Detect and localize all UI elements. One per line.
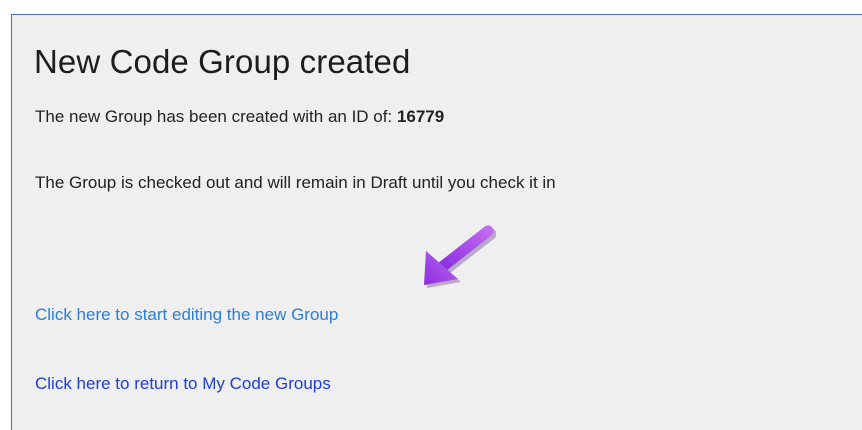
purple-arrow-icon <box>424 225 496 288</box>
draft-message: The Group is checked out and will remain… <box>35 173 556 192</box>
group-id: 16779 <box>396 107 445 126</box>
content-panel: New Code Group created The new Group has… <box>11 14 862 430</box>
created-message-text: The new Group has been created with an I… <box>35 107 397 126</box>
page-title: New Code Group created <box>34 43 411 80</box>
created-message: The new Group has been created with an I… <box>35 107 444 127</box>
return-to-my-code-groups-link[interactable]: Click here to return to My Code Groups <box>35 374 331 394</box>
start-editing-group-link[interactable]: Click here to start editing the new Grou… <box>35 305 338 325</box>
